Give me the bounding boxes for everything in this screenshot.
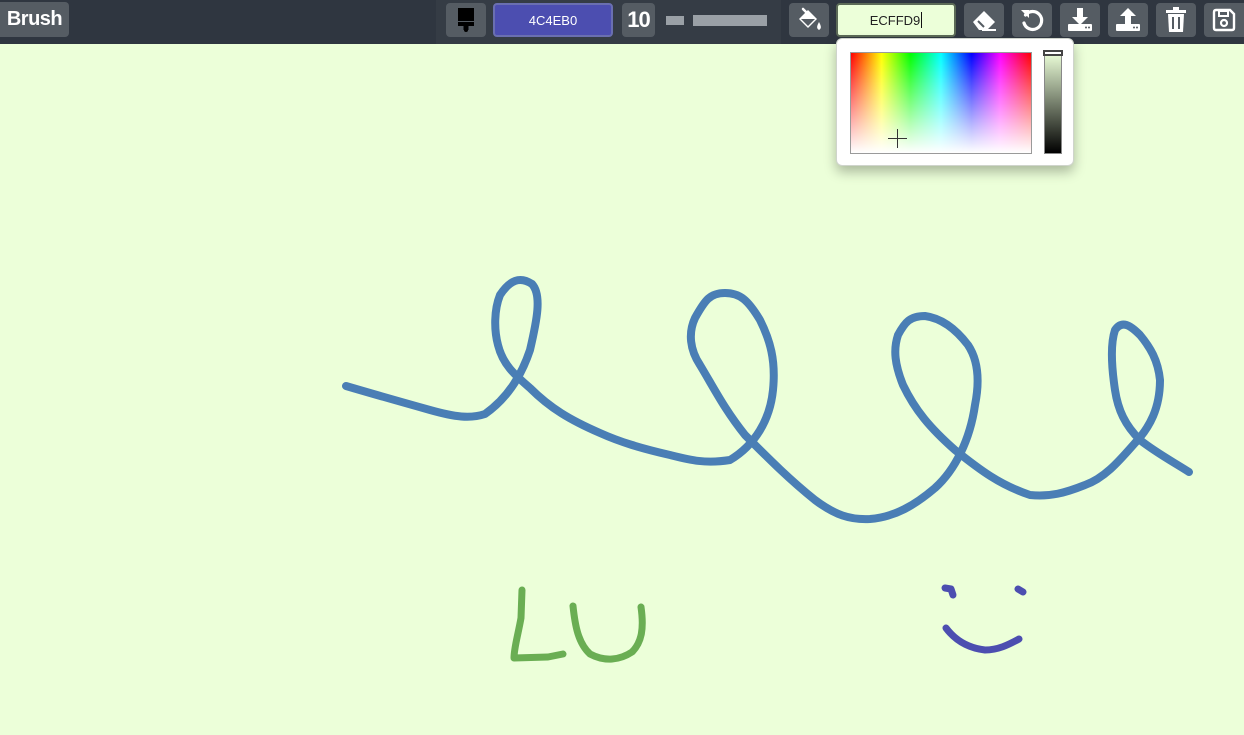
undo-button[interactable]	[1012, 3, 1052, 37]
download-button[interactable]	[1060, 3, 1100, 37]
mode-button[interactable]: Brush	[0, 2, 69, 37]
save-button[interactable]	[1204, 3, 1244, 37]
save-icon	[1212, 8, 1236, 32]
handwritten-LU	[510, 586, 646, 663]
color-picker-popup	[836, 38, 1074, 166]
brush-size-slider[interactable]	[666, 15, 767, 26]
letter-U-stroke	[569, 602, 646, 663]
saturation-value-area[interactable]	[850, 52, 1032, 154]
upload-icon	[1116, 8, 1140, 31]
eraser-button[interactable]	[964, 3, 1004, 37]
smiley-mouth	[942, 624, 1023, 654]
download-icon	[1068, 8, 1092, 31]
brush-icon	[458, 8, 474, 32]
brush-size-slider-track[interactable]	[693, 15, 767, 26]
brush-size-slider-thumb[interactable]	[666, 16, 684, 25]
blue-loop-stroke	[342, 276, 1193, 524]
clear-button[interactable]	[1156, 3, 1196, 37]
text-caret	[921, 12, 923, 28]
background-color-input[interactable]: ECFFD9	[836, 3, 956, 37]
picker-crosshair[interactable]	[888, 129, 907, 148]
smiley-face	[941, 584, 1027, 654]
eraser-icon	[973, 11, 996, 31]
trash-icon	[1166, 7, 1186, 32]
smiley-left-eye	[941, 584, 957, 599]
smiley-right-eye	[1014, 585, 1027, 596]
letter-L-stroke	[510, 586, 567, 662]
brush-size-value: 10	[622, 3, 655, 37]
background-color-value: ECFFD9	[869, 12, 921, 28]
fill-button[interactable]	[789, 3, 829, 37]
value-slider-thumb[interactable]	[1043, 50, 1063, 56]
upload-button[interactable]	[1108, 3, 1148, 37]
brush-color-input[interactable]: 4C4EB0	[493, 3, 613, 37]
undo-icon	[1021, 9, 1044, 32]
brush-tool-button[interactable]	[446, 3, 486, 37]
value-slider[interactable]	[1043, 50, 1063, 154]
paint-bucket-icon	[799, 7, 821, 30]
